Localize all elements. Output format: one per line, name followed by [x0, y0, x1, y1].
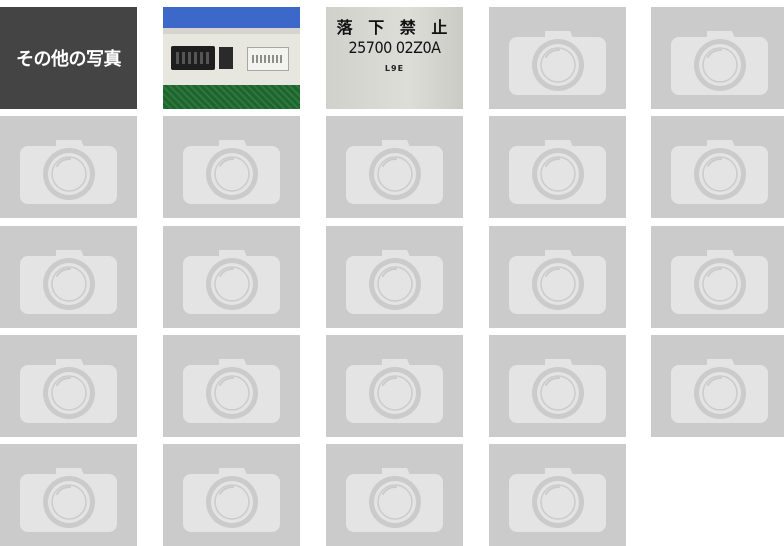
- other-photos-tile[interactable]: その他の写真: [0, 7, 137, 109]
- camera-icon: [183, 468, 280, 532]
- photo-placeholder[interactable]: [651, 335, 784, 437]
- photo-placeholder[interactable]: [489, 444, 626, 546]
- photo-placeholder[interactable]: [326, 444, 463, 546]
- label-line-1: 落 下 禁 止: [336, 18, 453, 37]
- camera-icon: [509, 31, 606, 95]
- camera-icon: [20, 140, 117, 204]
- camera-icon: [346, 250, 443, 314]
- camera-icon: [20, 250, 117, 314]
- camera-icon: [671, 140, 768, 204]
- camera-icon: [671, 31, 768, 95]
- photo-placeholder[interactable]: [489, 116, 626, 218]
- photo-placeholder[interactable]: [651, 7, 784, 109]
- photo-placeholder[interactable]: [489, 7, 626, 109]
- photo-placeholder[interactable]: [651, 226, 784, 328]
- photo-placeholder[interactable]: [489, 226, 626, 328]
- camera-icon: [183, 359, 280, 423]
- camera-icon: [346, 359, 443, 423]
- other-photos-label: その他の写真: [16, 49, 122, 70]
- camera-icon: [183, 250, 280, 314]
- photo-placeholder[interactable]: [0, 116, 137, 218]
- photo-placeholder[interactable]: [651, 116, 784, 218]
- camera-icon: [183, 140, 280, 204]
- camera-icon: [20, 468, 117, 532]
- camera-icon: [671, 250, 768, 314]
- white-connector: [247, 47, 289, 71]
- camera-icon: [346, 468, 443, 532]
- camera-icon: [509, 359, 606, 423]
- photo-placeholder[interactable]: [0, 226, 137, 328]
- photo-placeholder[interactable]: [163, 226, 300, 328]
- green-mat: [163, 83, 300, 109]
- camera-icon: [509, 468, 606, 532]
- photo-placeholder[interactable]: [163, 116, 300, 218]
- camera-icon: [509, 250, 606, 314]
- black-connector: [171, 46, 215, 70]
- photo-placeholder[interactable]: [0, 444, 137, 546]
- camera-icon: [346, 140, 443, 204]
- photo-placeholder[interactable]: [0, 335, 137, 437]
- photo-thumbnail-1[interactable]: [163, 7, 300, 109]
- photo-placeholder[interactable]: [326, 226, 463, 328]
- camera-icon: [671, 359, 768, 423]
- label-line-3: L9E: [384, 64, 405, 73]
- photo-thumbnail-2[interactable]: 落 下 禁 止 25700 02Z0A L9E: [326, 7, 463, 109]
- photo-placeholder[interactable]: [326, 335, 463, 437]
- photo-placeholder[interactable]: [163, 444, 300, 546]
- black-connector-small: [219, 47, 233, 69]
- photo-placeholder[interactable]: [326, 116, 463, 218]
- camera-icon: [509, 140, 606, 204]
- photo-placeholder[interactable]: [163, 335, 300, 437]
- photo-placeholder[interactable]: [489, 335, 626, 437]
- label-line-2: 25700 02Z0A: [348, 38, 441, 57]
- camera-icon: [20, 359, 117, 423]
